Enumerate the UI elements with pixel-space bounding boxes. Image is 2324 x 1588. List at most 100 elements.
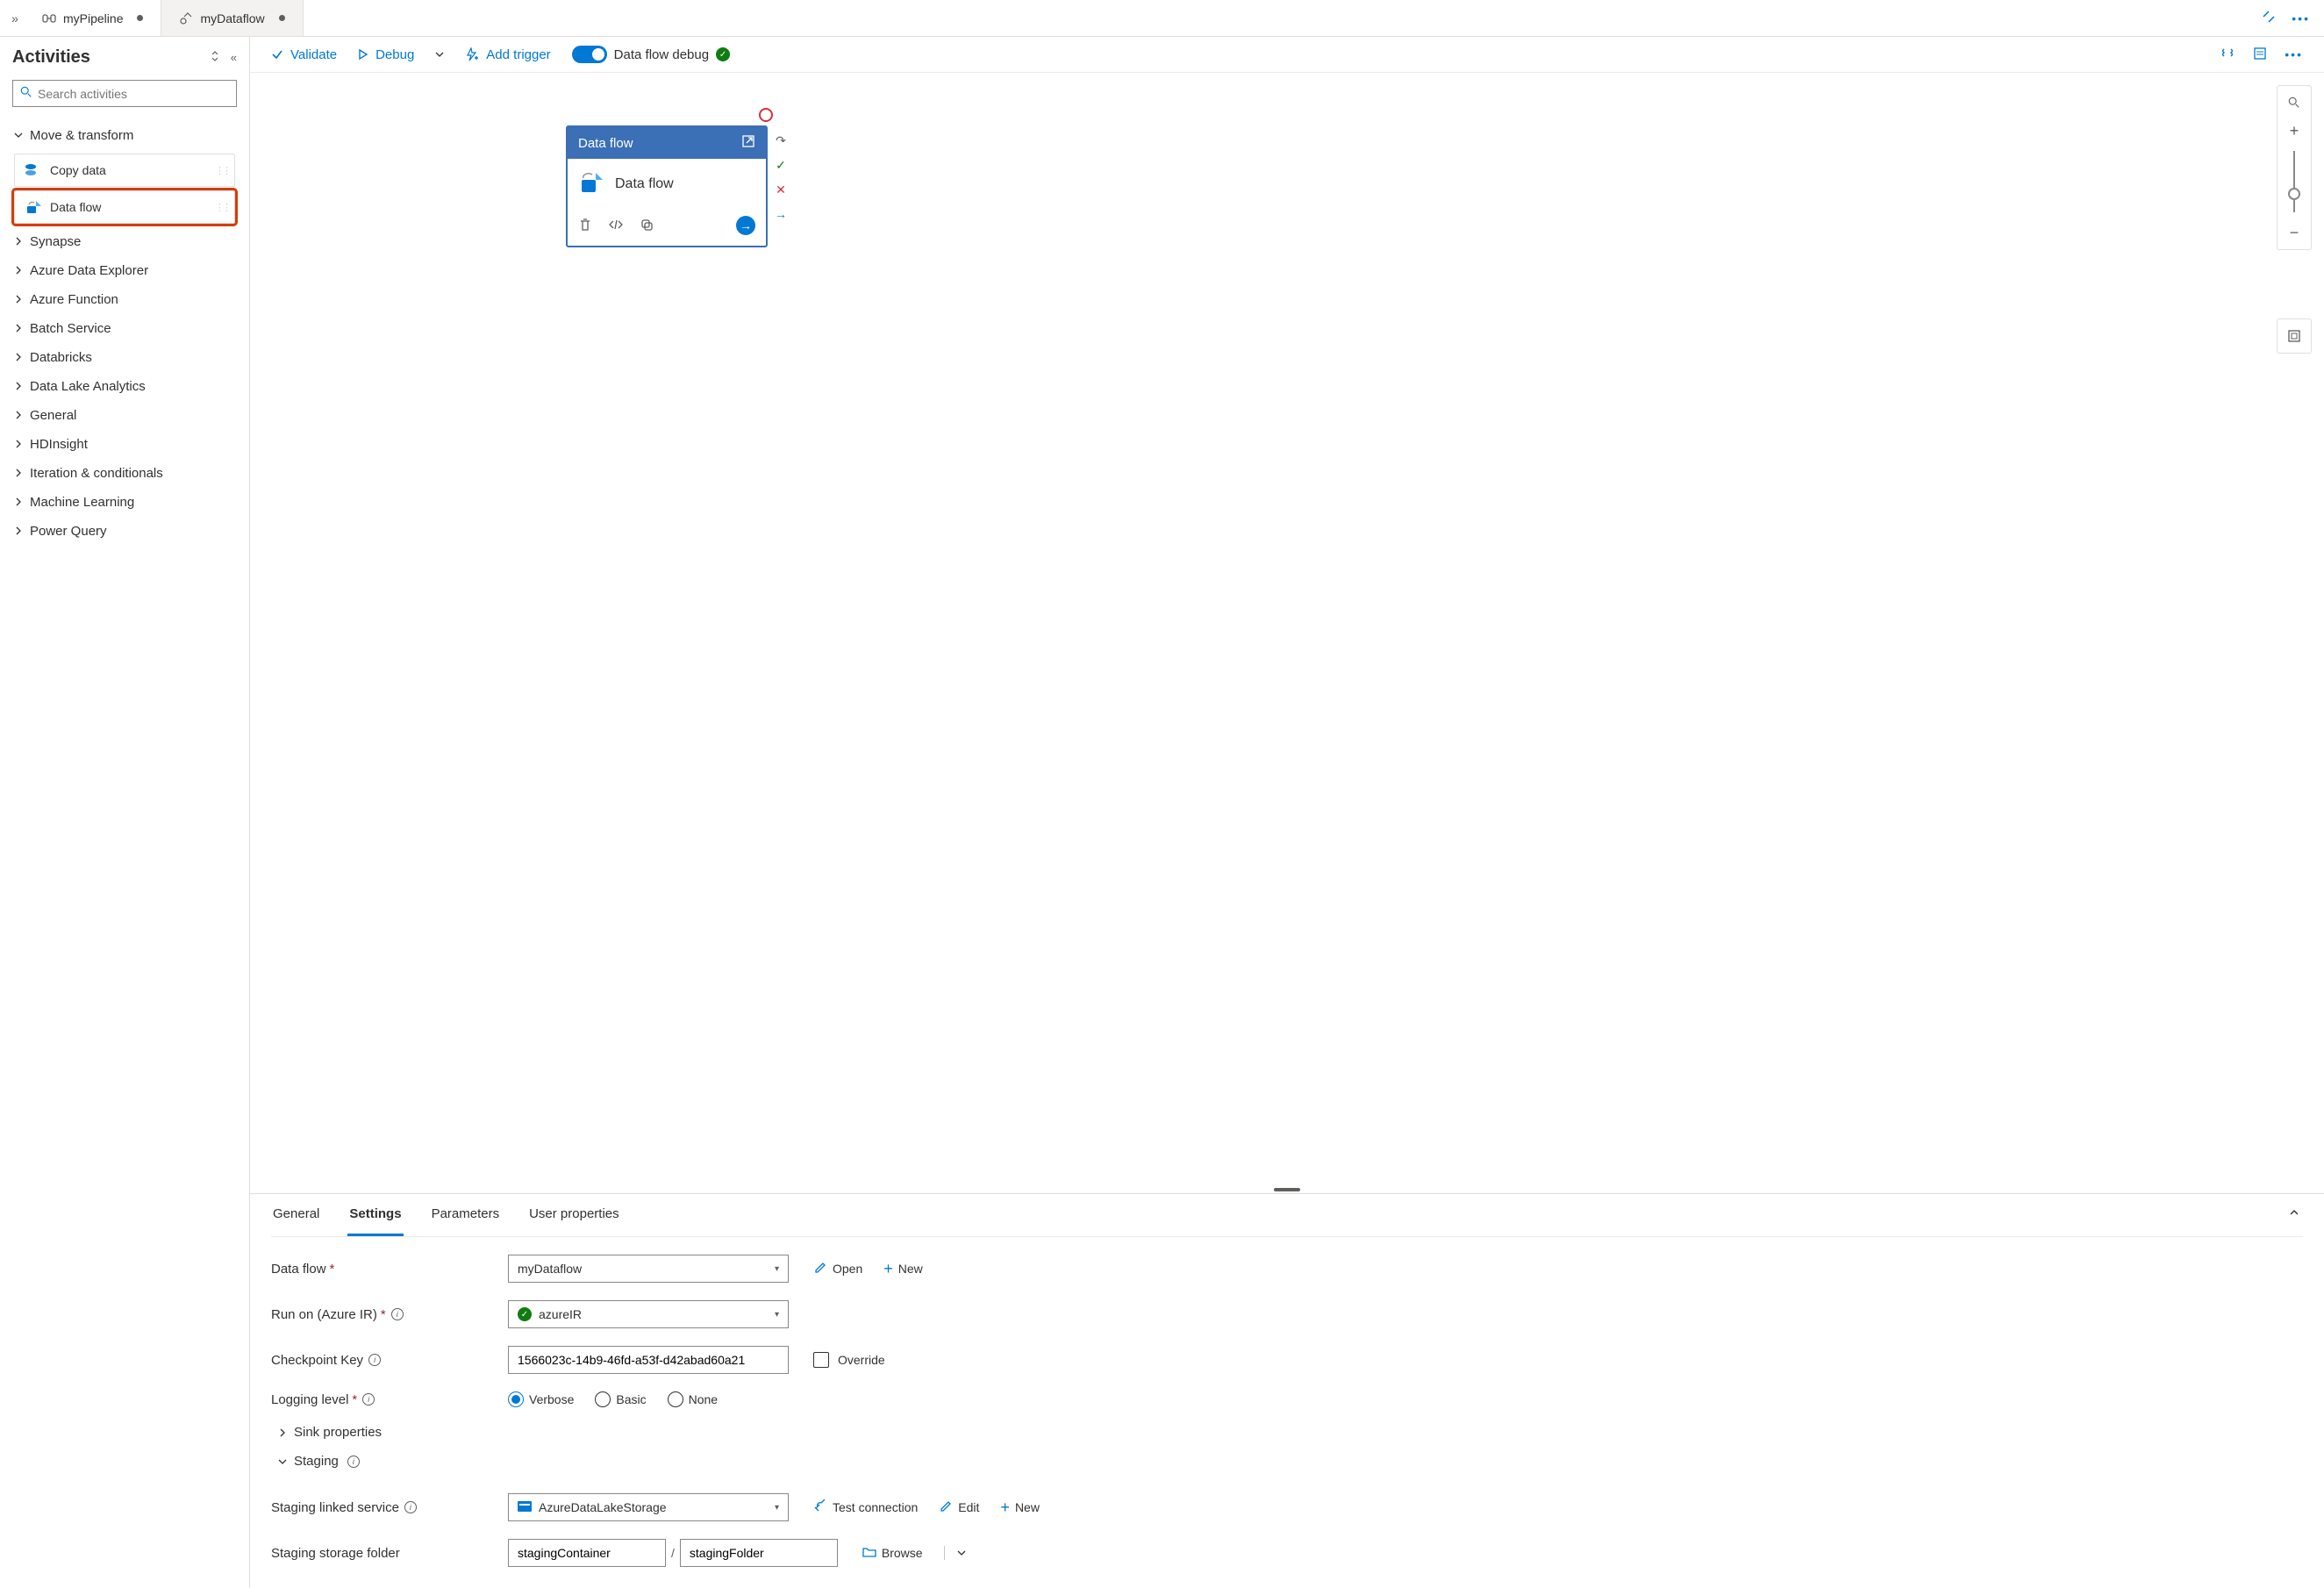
code-view-icon[interactable] — [2220, 46, 2235, 63]
category-item[interactable]: Iteration & conditionals — [12, 459, 237, 488]
new-link[interactable]: +New — [883, 1260, 923, 1278]
open-external-icon[interactable] — [741, 134, 755, 152]
category-item[interactable]: Batch Service — [12, 314, 237, 343]
edit-link[interactable]: Edit — [939, 1499, 979, 1516]
category-move-transform[interactable]: Move & transform — [12, 121, 237, 150]
add-trigger-button[interactable]: Add trigger — [465, 47, 550, 62]
activity-copy-data[interactable]: Copy data ⋮⋮ — [14, 154, 235, 187]
override-checkbox[interactable] — [813, 1352, 829, 1368]
staging-folder-label: Staging storage folder — [271, 1546, 400, 1561]
chevron-down-icon — [278, 1457, 287, 1466]
zoom-out-icon[interactable]: − — [2286, 225, 2302, 240]
dataflow-select[interactable]: myDataflow ▾ — [508, 1255, 789, 1283]
debug-dropdown[interactable] — [435, 50, 444, 59]
activity-data-flow[interactable]: Data flow ⋮⋮ — [14, 190, 235, 224]
dataflow-label: Data flow — [271, 1262, 326, 1277]
category-item[interactable]: Machine Learning — [12, 488, 237, 517]
category-item[interactable]: Azure Data Explorer — [12, 256, 237, 285]
open-link[interactable]: Open — [813, 1261, 862, 1277]
zoom-in-icon[interactable]: + — [2286, 123, 2302, 139]
chevron-right-icon — [14, 379, 25, 394]
collapse-sidebar-icon[interactable]: « — [231, 51, 237, 64]
add-trigger-label: Add trigger — [486, 47, 550, 62]
search-activities-input[interactable] — [12, 80, 237, 107]
search-field[interactable] — [38, 87, 229, 101]
category-item[interactable]: Data Lake Analytics — [12, 372, 237, 401]
tab-settings[interactable]: Settings — [347, 1194, 403, 1236]
browse-dropdown-icon[interactable] — [944, 1546, 966, 1560]
dataflow-debug-toggle[interactable]: Data flow debug ✓ — [572, 46, 730, 63]
expand-fullscreen-icon[interactable] — [2262, 10, 2276, 26]
info-icon[interactable]: i — [362, 1393, 375, 1406]
debug-label: Debug — [375, 47, 414, 62]
tab-pipeline[interactable]: myPipeline — [25, 0, 161, 36]
clone-icon[interactable] — [640, 218, 654, 234]
staging-container-input[interactable] — [508, 1539, 666, 1567]
info-icon[interactable]: i — [368, 1354, 381, 1366]
radio-label: Basic — [616, 1392, 646, 1406]
logging-verbose-radio[interactable]: Verbose — [508, 1391, 574, 1407]
tab-dataflow[interactable]: myDataflow — [161, 0, 303, 36]
search-canvas-icon[interactable] — [2286, 95, 2302, 111]
test-connection-link[interactable]: Test connection — [813, 1499, 918, 1516]
tab-general[interactable]: General — [271, 1194, 321, 1236]
collapse-panel-icon[interactable] — [2285, 1194, 2303, 1236]
chevron-right-icon — [14, 437, 25, 452]
zoom-slider[interactable] — [2293, 151, 2295, 212]
category-item[interactable]: Databricks — [12, 343, 237, 372]
staging-section[interactable]: Staging i — [278, 1447, 2303, 1476]
dataflow-icon — [179, 11, 193, 25]
completion-icon[interactable]: → — [773, 206, 789, 222]
code-icon[interactable] — [608, 218, 624, 234]
tab-parameters[interactable]: Parameters — [430, 1194, 502, 1236]
validate-button[interactable]: Validate — [271, 47, 337, 62]
node-connector-icons: ↷ ✓ ✕ → — [773, 132, 789, 222]
dataflow-node[interactable]: Data flow Data flow — [566, 125, 768, 247]
delete-icon[interactable] — [578, 218, 592, 234]
more-icon[interactable]: ••• — [2285, 47, 2303, 61]
failure-icon[interactable]: ✕ — [773, 182, 789, 197]
logging-none-radio[interactable]: None — [668, 1391, 718, 1407]
breakpoint-icon[interactable] — [759, 108, 773, 122]
chevron-right-icon — [14, 466, 25, 481]
fit-to-screen-icon[interactable] — [2277, 318, 2312, 354]
info-icon[interactable]: i — [391, 1308, 404, 1320]
chevron-right-icon — [14, 408, 25, 423]
validate-label: Validate — [290, 47, 337, 62]
expand-left-button[interactable]: » — [5, 11, 25, 25]
redo-icon[interactable]: ↷ — [773, 132, 789, 148]
info-icon[interactable]: i — [347, 1456, 360, 1468]
category-item[interactable]: Power Query — [12, 517, 237, 546]
next-arrow-icon[interactable]: → — [736, 216, 755, 235]
node-body-label: Data flow — [615, 176, 674, 192]
info-icon[interactable]: i — [404, 1501, 417, 1513]
radio-icon — [508, 1391, 524, 1407]
more-menu-icon[interactable]: ••• — [2292, 11, 2310, 25]
sort-icon[interactable] — [211, 51, 222, 64]
check-circle-icon: ✓ — [518, 1307, 532, 1321]
category-item[interactable]: General — [12, 401, 237, 430]
logging-basic-radio[interactable]: Basic — [595, 1391, 646, 1407]
checkpoint-input[interactable] — [508, 1346, 789, 1374]
staging-service-value: AzureDataLakeStorage — [539, 1500, 667, 1514]
properties-icon[interactable] — [2253, 46, 2267, 63]
tab-user-properties[interactable]: User properties — [527, 1194, 621, 1236]
browse-link[interactable]: Browse — [862, 1546, 923, 1561]
runon-select[interactable]: ✓azureIR ▾ — [508, 1300, 789, 1328]
dataflow-node-icon — [578, 171, 604, 197]
category-item[interactable]: Azure Function — [12, 285, 237, 314]
pipeline-canvas[interactable]: Data flow Data flow — [250, 73, 2324, 1186]
new-service-link[interactable]: +New — [1000, 1499, 1040, 1517]
category-item[interactable]: HDInsight — [12, 430, 237, 459]
staging-service-select[interactable]: AzureDataLakeStorage ▾ — [508, 1493, 789, 1521]
category-item[interactable]: Synapse — [12, 227, 237, 256]
category-label: Data Lake Analytics — [30, 379, 146, 394]
success-icon[interactable]: ✓ — [773, 157, 789, 173]
staging-folder-input[interactable] — [680, 1539, 838, 1567]
panel-splitter[interactable] — [250, 1186, 2324, 1193]
chevron-right-icon — [14, 350, 25, 365]
sink-properties-section[interactable]: Sink properties — [278, 1418, 2303, 1447]
debug-button[interactable]: Debug — [358, 47, 414, 62]
zoom-slider-thumb[interactable] — [2288, 188, 2300, 200]
chevron-right-icon — [14, 263, 25, 278]
